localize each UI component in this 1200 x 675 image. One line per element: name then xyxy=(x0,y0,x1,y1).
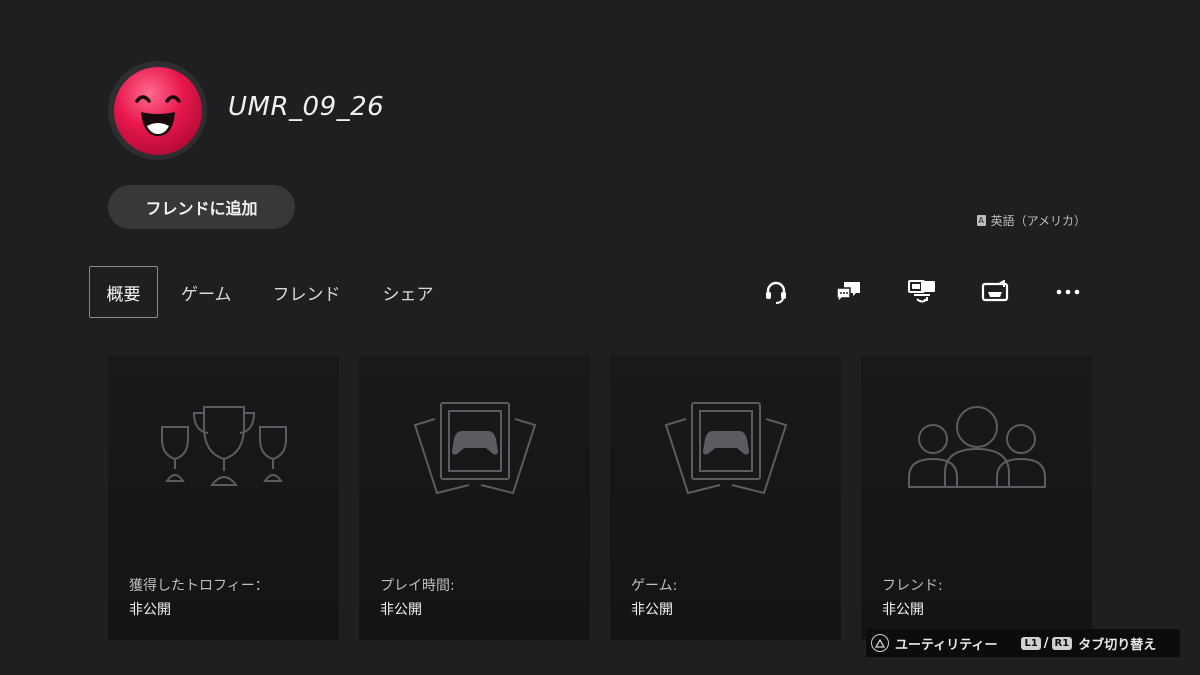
playtime-label: プレイ時間: xyxy=(380,578,455,594)
more-icon xyxy=(1056,289,1080,295)
message-button[interactable] xyxy=(831,278,867,306)
triangle-button-icon xyxy=(871,634,889,652)
smiley-face-avatar-icon xyxy=(113,66,202,155)
profile-actions xyxy=(758,278,1086,306)
headset-button[interactable] xyxy=(758,278,794,306)
utility-hint-label: ユーティリティー xyxy=(895,637,998,653)
games-value: 非公開 xyxy=(631,602,673,618)
add-friend-button[interactable]: フレンドに追加 xyxy=(108,185,295,229)
tab-friends[interactable]: フレンド xyxy=(273,266,341,318)
translate-icon: A xyxy=(976,215,986,226)
games-card[interactable]: ゲーム: 非公開 xyxy=(610,355,841,640)
username: UMR_09_26 xyxy=(228,92,385,122)
l1-button-icon: L1 xyxy=(1021,636,1041,650)
tab-games[interactable]: ゲーム xyxy=(181,266,232,318)
game-invite-button[interactable] xyxy=(977,278,1013,306)
controller-hint-bar: ユーティリティー L1 / R1 タブ切り替え xyxy=(866,629,1180,657)
playtime-card[interactable]: プレイ時間: 非公開 xyxy=(359,355,590,640)
share-screen-button[interactable] xyxy=(904,278,940,306)
r1-button-icon: R1 xyxy=(1051,636,1073,650)
more-options-button[interactable] xyxy=(1050,278,1086,306)
message-icon xyxy=(836,282,860,304)
tab-bar: 概要 ゲーム フレンド シェア xyxy=(89,266,434,318)
friends-label: フレンド: xyxy=(882,578,943,594)
language-label: 英語（アメリカ） xyxy=(990,214,1086,228)
avatar xyxy=(108,61,207,160)
friends-value: 非公開 xyxy=(882,602,924,618)
game-invite-icon xyxy=(981,280,1009,302)
trophies-value: 非公開 xyxy=(129,602,171,618)
tab-overview[interactable]: 概要 xyxy=(89,266,158,318)
games-label: ゲーム: xyxy=(631,578,678,594)
tab-share[interactable]: シェア xyxy=(383,266,434,318)
language-indicator: A 英語（アメリカ） xyxy=(976,212,1086,229)
share-screen-icon xyxy=(908,280,935,303)
game-cards-icon xyxy=(664,402,787,495)
trophies-label: 獲得したトロフィー： xyxy=(129,578,269,594)
headset-icon xyxy=(766,281,786,304)
trophies-card[interactable]: 獲得したトロフィー： 非公開 xyxy=(108,355,339,640)
hint-separator: / xyxy=(1043,635,1049,651)
friends-card[interactable]: フレンド: 非公開 xyxy=(861,355,1092,640)
friends-icon xyxy=(907,406,1046,488)
switch-tabs-hint-label: タブ切り替え xyxy=(1078,637,1157,653)
trophy-icon xyxy=(160,406,287,486)
playtime-value: 非公開 xyxy=(380,602,422,618)
game-cards-icon xyxy=(413,402,536,495)
